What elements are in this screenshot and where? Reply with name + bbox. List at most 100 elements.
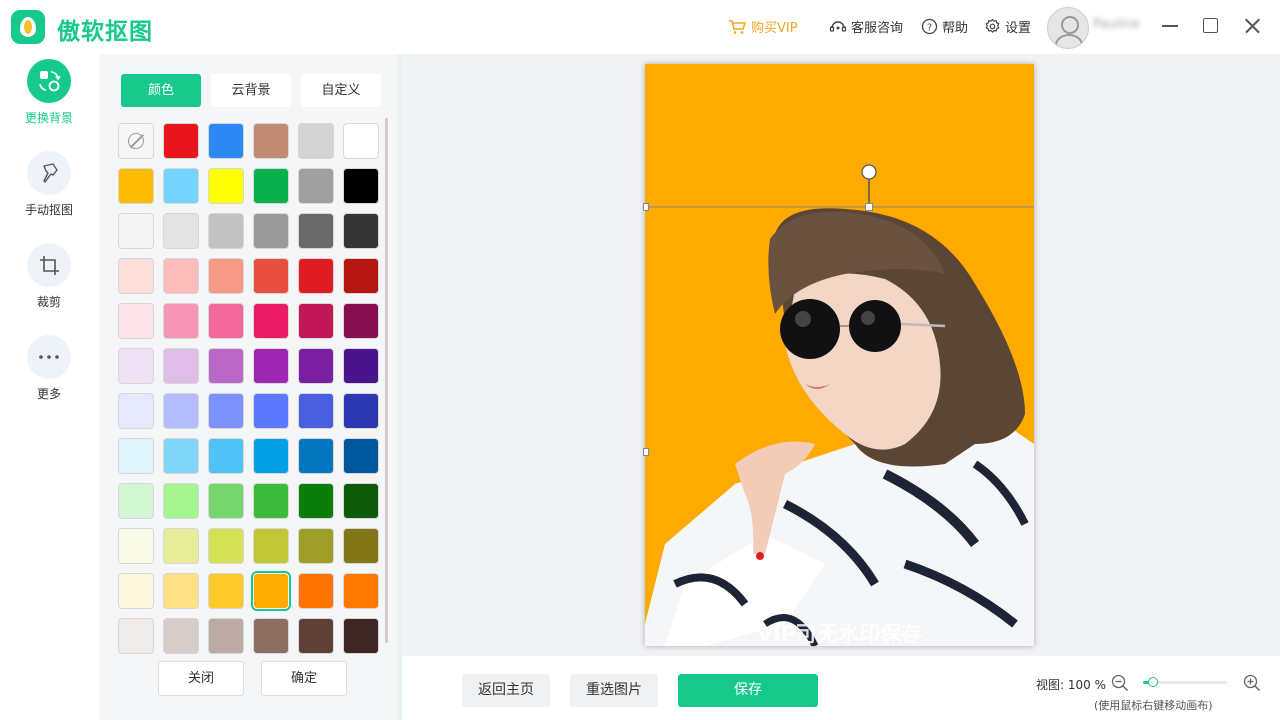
- color-swatch[interactable]: [298, 438, 334, 474]
- save-button[interactable]: 保存: [678, 674, 818, 707]
- color-swatch[interactable]: [163, 483, 199, 519]
- color-swatch[interactable]: [343, 168, 379, 204]
- panel-confirm-button[interactable]: 确定: [261, 661, 347, 696]
- help-button[interactable]: ? 帮助: [921, 17, 968, 36]
- back-home-button[interactable]: 返回主页: [462, 674, 550, 707]
- color-swatch[interactable]: [208, 573, 244, 609]
- zoom-out-icon[interactable]: [1111, 674, 1129, 692]
- color-swatch[interactable]: [163, 258, 199, 294]
- tab-cloud-background[interactable]: 云背景: [211, 74, 291, 107]
- color-swatch[interactable]: [163, 393, 199, 429]
- color-swatch[interactable]: [343, 438, 379, 474]
- color-swatch[interactable]: [118, 348, 154, 384]
- color-swatch[interactable]: [208, 618, 244, 654]
- color-swatch[interactable]: [343, 123, 379, 159]
- reselect-image-button[interactable]: 重选图片: [570, 674, 658, 707]
- nav-more[interactable]: 更多: [0, 335, 98, 402]
- color-swatch[interactable]: [253, 528, 289, 564]
- color-swatch[interactable]: [253, 258, 289, 294]
- color-swatch[interactable]: [208, 258, 244, 294]
- color-swatch[interactable]: [343, 573, 379, 609]
- panel-close-button[interactable]: 关闭: [158, 661, 244, 696]
- color-swatch[interactable]: [118, 258, 154, 294]
- color-swatch[interactable]: [253, 438, 289, 474]
- color-swatch[interactable]: [298, 213, 334, 249]
- color-swatch[interactable]: [298, 168, 334, 204]
- resize-handle-top[interactable]: [865, 203, 873, 211]
- zoom-slider-knob[interactable]: [1148, 677, 1158, 687]
- color-swatch[interactable]: [163, 348, 199, 384]
- color-swatch[interactable]: [118, 618, 154, 654]
- color-swatch[interactable]: [298, 303, 334, 339]
- color-swatch[interactable]: [253, 348, 289, 384]
- color-swatch[interactable]: [118, 393, 154, 429]
- settings-button[interactable]: 设置: [984, 17, 1031, 36]
- color-swatch[interactable]: [253, 303, 289, 339]
- color-swatch[interactable]: [208, 213, 244, 249]
- color-swatch[interactable]: [163, 213, 199, 249]
- color-swatch[interactable]: [343, 528, 379, 564]
- color-swatch[interactable]: [163, 573, 199, 609]
- close-window-button[interactable]: [1241, 15, 1263, 37]
- color-swatch[interactable]: [163, 438, 199, 474]
- buy-vip-button[interactable]: 购买VIP: [728, 17, 798, 36]
- zoom-in-icon[interactable]: [1243, 674, 1261, 692]
- color-swatch[interactable]: [118, 438, 154, 474]
- resize-handle-left[interactable]: [643, 448, 649, 456]
- nav-crop[interactable]: 裁剪: [0, 243, 98, 310]
- color-swatch[interactable]: [298, 618, 334, 654]
- minimize-button[interactable]: [1159, 15, 1181, 37]
- color-swatch[interactable]: [343, 348, 379, 384]
- color-swatch[interactable]: [118, 483, 154, 519]
- user-avatar[interactable]: [1047, 7, 1089, 49]
- color-swatch[interactable]: [253, 123, 289, 159]
- color-swatch[interactable]: [343, 483, 379, 519]
- color-swatch[interactable]: [163, 303, 199, 339]
- color-swatch[interactable]: [163, 618, 199, 654]
- color-swatch[interactable]: [253, 618, 289, 654]
- nav-change-background[interactable]: 更换背景: [0, 59, 98, 126]
- color-swatch[interactable]: [298, 528, 334, 564]
- tab-color[interactable]: 颜色: [121, 74, 201, 107]
- tab-custom[interactable]: 自定义: [301, 74, 381, 107]
- color-swatch[interactable]: [253, 213, 289, 249]
- resize-handle-left-top[interactable]: [643, 203, 649, 211]
- color-swatch[interactable]: [208, 123, 244, 159]
- color-swatch[interactable]: [343, 258, 379, 294]
- color-swatch[interactable]: [208, 528, 244, 564]
- color-swatch[interactable]: [343, 393, 379, 429]
- color-swatch[interactable]: [298, 573, 334, 609]
- color-swatch[interactable]: [118, 573, 154, 609]
- color-swatch[interactable]: [118, 168, 154, 204]
- color-swatch[interactable]: [298, 123, 334, 159]
- color-swatch[interactable]: [343, 213, 379, 249]
- color-swatch[interactable]: [208, 393, 244, 429]
- color-swatch[interactable]: [118, 528, 154, 564]
- color-swatch[interactable]: [118, 213, 154, 249]
- color-swatch[interactable]: [208, 483, 244, 519]
- nav-manual-cutout[interactable]: 手动抠图: [0, 151, 98, 218]
- selection-overlay[interactable]: [640, 160, 1040, 460]
- color-swatch[interactable]: [253, 393, 289, 429]
- color-swatch[interactable]: [298, 258, 334, 294]
- color-swatch[interactable]: [343, 303, 379, 339]
- color-swatch[interactable]: [208, 303, 244, 339]
- color-swatch[interactable]: [208, 168, 244, 204]
- color-swatch[interactable]: [118, 303, 154, 339]
- color-swatch[interactable]: [253, 483, 289, 519]
- support-button[interactable]: 客服咨询: [829, 17, 903, 36]
- maximize-button[interactable]: [1199, 15, 1221, 37]
- no-color-swatch[interactable]: [118, 123, 154, 159]
- color-swatch[interactable]: [208, 348, 244, 384]
- color-swatch[interactable]: [343, 618, 379, 654]
- color-swatch[interactable]: [251, 571, 291, 611]
- color-swatch[interactable]: [163, 168, 199, 204]
- color-swatch[interactable]: [163, 528, 199, 564]
- color-swatch[interactable]: [208, 438, 244, 474]
- color-swatch[interactable]: [298, 393, 334, 429]
- swatch-scrollbar[interactable]: [385, 118, 388, 643]
- color-swatch[interactable]: [253, 168, 289, 204]
- color-swatch[interactable]: [163, 123, 199, 159]
- color-swatch[interactable]: [298, 483, 334, 519]
- color-swatch[interactable]: [298, 348, 334, 384]
